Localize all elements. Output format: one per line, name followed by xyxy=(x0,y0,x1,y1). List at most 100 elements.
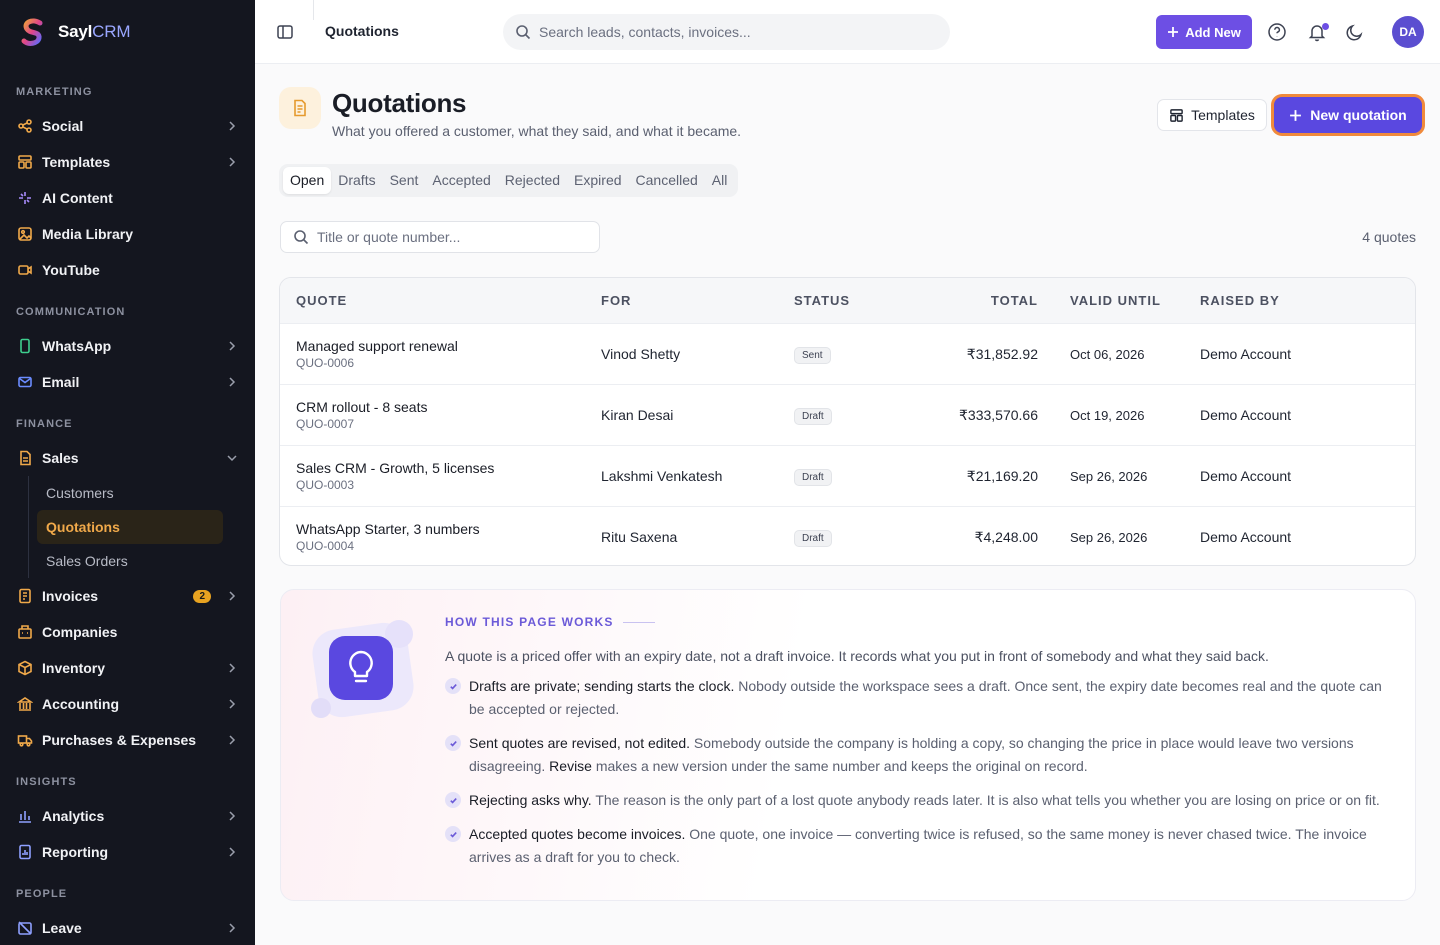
chevron-right-icon xyxy=(229,341,236,351)
chevron-down-icon xyxy=(227,455,237,462)
col-quote[interactable]: QUOTE xyxy=(280,293,585,308)
quote-number: QUO-0006 xyxy=(296,356,355,370)
quote-customer: Lakshmi Venkatesh xyxy=(601,468,723,484)
search-input[interactable] xyxy=(539,24,919,40)
info-point: Rejecting asks why. The reason is the on… xyxy=(445,789,1400,812)
user-avatar[interactable]: DA xyxy=(1392,16,1424,48)
building-icon xyxy=(16,623,34,641)
global-search[interactable] xyxy=(503,14,950,50)
check-icon xyxy=(445,678,461,694)
quote-count: 4 quotes xyxy=(1362,229,1416,245)
sidebar-item-media-library[interactable]: Media Library xyxy=(0,216,255,252)
info-intro: A quote is a priced offer with an expiry… xyxy=(445,648,1269,664)
brand-name: SaylCRM xyxy=(58,22,131,41)
search-icon xyxy=(294,230,309,245)
info-body: HOW THIS PAGE WORKS A quote is a priced … xyxy=(445,615,1400,869)
chevron-right-icon xyxy=(229,663,236,673)
quote-customer: Vinod Shetty xyxy=(601,346,681,362)
help-icon[interactable] xyxy=(1267,22,1287,42)
brand[interactable]: SaylCRM xyxy=(0,0,255,64)
status-badge: Draft xyxy=(794,529,832,547)
chevron-right-icon xyxy=(229,923,236,933)
plus-icon xyxy=(1290,109,1302,121)
tab-sent[interactable]: Sent xyxy=(383,167,426,194)
quote-search-input[interactable] xyxy=(317,229,587,245)
report-icon xyxy=(16,843,34,861)
tab-drafts[interactable]: Drafts xyxy=(331,167,382,194)
sidebar: SaylCRM MARKETING Social Templates AI Co… xyxy=(0,0,255,945)
quote-raised-by: Demo Account xyxy=(1200,407,1292,423)
quote-filter[interactable] xyxy=(280,221,600,253)
page-title: Quotations xyxy=(332,88,467,118)
table-row[interactable]: WhatsApp Starter, 3 numbers QUO-0004 Ritu… xyxy=(280,506,1415,565)
new-quotation-button[interactable]: New quotation xyxy=(1274,97,1422,133)
status-badge: Draft xyxy=(794,407,832,425)
sidebar-item-email[interactable]: Email xyxy=(0,364,255,400)
tab-open[interactable]: Open xyxy=(283,167,332,194)
moon-icon[interactable] xyxy=(1345,22,1365,42)
section-insights: INSIGHTS xyxy=(16,776,77,788)
share-icon xyxy=(16,117,34,135)
tab-cancelled[interactable]: Cancelled xyxy=(629,167,705,194)
col-status[interactable]: STATUS xyxy=(787,293,907,308)
add-new-button[interactable]: Add New xyxy=(1156,15,1252,49)
sidebar-subitem-customers[interactable]: Customers xyxy=(37,476,223,510)
sidebar-item-accounting[interactable]: Accounting xyxy=(0,686,255,722)
status-badge: Sent xyxy=(794,346,831,364)
quote-valid-until: Oct 06, 2026 xyxy=(1070,346,1145,362)
plus-icon xyxy=(1168,27,1179,37)
col-valid-until[interactable]: VALID UNTIL xyxy=(1038,293,1200,308)
sidebar-subitem-quotations[interactable]: Quotations xyxy=(37,510,223,544)
section-finance: FINANCE xyxy=(16,418,73,430)
sidebar-item-companies[interactable]: Companies xyxy=(0,614,255,650)
chevron-right-icon xyxy=(229,121,236,131)
templates-button[interactable]: Templates xyxy=(1157,99,1267,131)
chevron-right-icon xyxy=(229,157,236,167)
quotation-page-icon xyxy=(279,87,321,129)
col-for[interactable]: FOR xyxy=(585,293,787,308)
table-row[interactable]: Managed support renewal QUO-0006 Vinod Sh… xyxy=(280,323,1415,384)
sidebar-item-templates[interactable]: Templates xyxy=(0,144,255,180)
col-total[interactable]: TOTAL xyxy=(907,293,1038,308)
sidebar-toggle-icon[interactable] xyxy=(275,22,295,42)
sidebar-item-invoices[interactable]: Invoices 2 xyxy=(0,578,255,614)
table-header: QUOTE FOR STATUS TOTAL VALID UNTIL RAISE… xyxy=(280,278,1415,323)
sidebar-item-inventory[interactable]: Inventory xyxy=(0,650,255,686)
sidebar-item-whatsapp[interactable]: WhatsApp xyxy=(0,328,255,364)
section-marketing: MARKETING xyxy=(16,86,93,98)
info-point: Drafts are private; sending starts the c… xyxy=(445,675,1400,721)
info-point: Accepted quotes become invoices. One quo… xyxy=(445,823,1400,869)
sidebar-item-leave[interactable]: Leave xyxy=(0,910,255,945)
sidebar-item-purchases[interactable]: Purchases & Expenses xyxy=(0,722,255,758)
check-icon xyxy=(445,792,461,808)
quote-valid-until: Oct 19, 2026 xyxy=(1070,407,1145,423)
quote-raised-by: Demo Account xyxy=(1200,468,1292,484)
table-row[interactable]: Sales CRM - Growth, 5 licenses QUO-0003 L… xyxy=(280,445,1415,506)
sidebar-item-reporting[interactable]: Reporting xyxy=(0,834,255,870)
sidebar-item-sales[interactable]: Sales xyxy=(0,440,255,476)
chevron-right-icon xyxy=(229,699,236,709)
quote-title: Sales CRM - Growth, 5 licenses xyxy=(296,460,495,476)
sparkle-icon xyxy=(16,189,34,207)
tab-rejected[interactable]: Rejected xyxy=(498,167,567,194)
lightbulb-illustration-icon xyxy=(311,620,414,718)
quote-total: ₹21,169.20 xyxy=(966,467,1038,484)
chevron-right-icon xyxy=(229,591,236,601)
tab-accepted[interactable]: Accepted xyxy=(425,167,497,194)
sidebar-item-social[interactable]: Social xyxy=(0,108,255,144)
table-row[interactable]: CRM rollout - 8 seats QUO-0007 Kiran Desa… xyxy=(280,384,1415,445)
sidebar-item-analytics[interactable]: Analytics xyxy=(0,798,255,834)
sidebar-subitem-sales-orders[interactable]: Sales Orders xyxy=(37,544,223,578)
info-heading: HOW THIS PAGE WORKS xyxy=(445,615,1400,629)
section-communication: COMMUNICATION xyxy=(16,306,126,318)
quote-customer: Kiran Desai xyxy=(601,407,674,423)
tab-all[interactable]: All xyxy=(705,167,735,194)
sidebar-item-youtube[interactable]: YouTube xyxy=(0,252,255,288)
info-point: Sent quotes are revised, not edited. Som… xyxy=(445,732,1400,778)
sidebar-item-ai-content[interactable]: AI Content xyxy=(0,180,255,216)
tab-expired[interactable]: Expired xyxy=(567,167,628,194)
calendar-off-icon xyxy=(16,919,34,937)
quote-raised-by: Demo Account xyxy=(1200,529,1292,545)
col-raised-by[interactable]: RAISED BY xyxy=(1200,293,1415,308)
main-content: Quotations What you offered a customer, … xyxy=(255,64,1440,945)
